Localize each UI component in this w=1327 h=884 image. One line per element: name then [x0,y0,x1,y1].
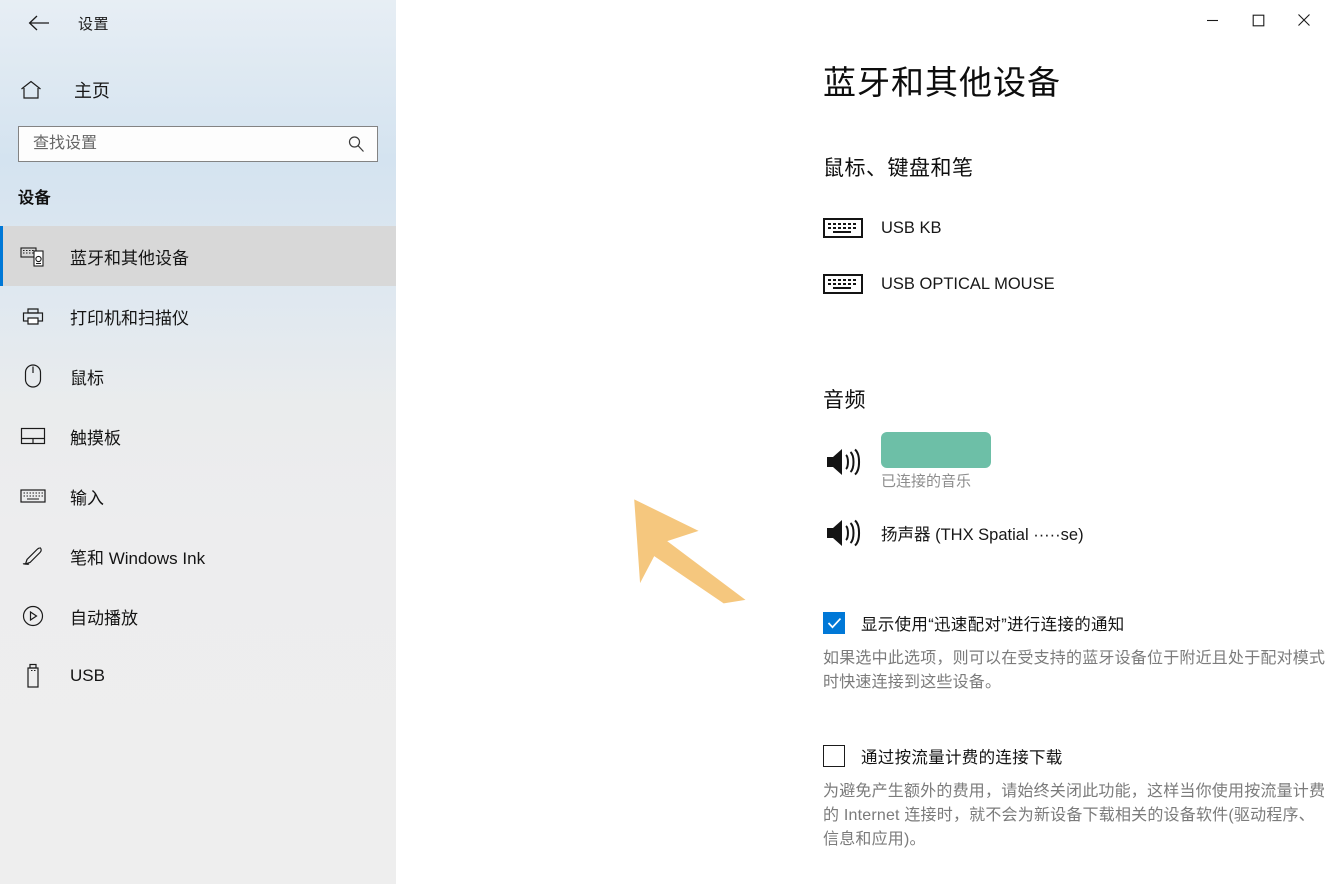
search-input[interactable] [33,127,347,161]
metered-download-checkbox[interactable] [823,745,845,767]
group-title: 鼠标、键盘和笔 [823,152,1327,182]
settings-window: 设置 主页 设备 [0,0,1327,884]
sidebar-item-label: USB [70,666,105,686]
autoplay-icon [18,601,48,631]
setting-metered-download: 通过按流量计费的连接下载 为避免产生额外的费用，请始终关闭此功能，这样当你使用按… [823,744,1327,851]
sidebar-item-printers-scanners[interactable]: 打印机和扫描仪 [0,286,396,346]
device-row[interactable]: 已连接的音乐 [823,432,1327,491]
checkbox-label: 显示使用“迅速配对”进行连接的通知 [861,611,1125,635]
device-name: USB KB [881,219,942,238]
back-arrow-icon[interactable] [18,8,60,38]
sidebar-nav-list: 蓝牙和其他设备 打印机和扫描仪 [0,226,396,706]
keyboard-icon [823,215,871,241]
sidebar: 设置 主页 设备 [0,0,396,884]
setting-swift-pair: 显示使用“迅速配对”进行连接的通知 如果选中此选项，则可以在受支持的蓝牙设备位于… [823,611,1327,694]
sidebar-item-home[interactable]: 主页 [0,66,396,114]
minimize-button[interactable] [1189,0,1235,40]
search-icon[interactable] [347,135,369,153]
printer-icon [18,301,48,331]
sidebar-item-bluetooth-devices[interactable]: 蓝牙和其他设备 [0,226,396,286]
page-title: 蓝牙和其他设备 [823,56,1327,104]
keyboard-icon [823,271,871,297]
usb-icon [18,661,48,691]
device-row[interactable]: USB KB [823,200,1327,256]
sidebar-titlebar: 设置 [0,0,396,46]
sidebar-item-label: 蓝牙和其他设备 [70,244,189,269]
sidebar-item-touchpad[interactable]: 触摸板 [0,406,396,466]
redacted-device-name [881,432,991,468]
sidebar-item-typing[interactable]: 输入 [0,466,396,526]
close-button[interactable] [1281,0,1327,40]
device-name: USB OPTICAL MOUSE [881,275,1055,294]
mouse-icon [18,361,48,391]
device-group-input: 鼠标、键盘和笔 USB KB [823,152,1327,312]
sidebar-item-autoplay[interactable]: 自动播放 [0,586,396,646]
sidebar-item-label: 打印机和扫描仪 [70,304,189,329]
keyboard-icon [18,481,48,511]
touchpad-icon [18,421,48,451]
sidebar-item-usb[interactable]: USB [0,646,396,706]
home-icon [20,80,52,100]
sidebar-item-pen-windows-ink[interactable]: 笔和 Windows Ink [0,526,396,586]
device-group-audio: 音频 已连接的音乐 [823,384,1327,561]
sidebar-item-label: 笔和 Windows Ink [70,544,205,569]
speaker-icon [823,444,871,480]
setting-description: 如果选中此选项，则可以在受支持的蓝牙设备位于附近且处于配对模式时快速连接到这些设… [823,647,1327,694]
device-row[interactable]: USB OPTICAL MOUSE [823,256,1327,312]
maximize-button[interactable] [1235,0,1281,40]
sidebar-item-label: 鼠标 [70,364,104,389]
sidebar-item-mouse[interactable]: 鼠标 [0,346,396,406]
device-info: 已连接的音乐 [881,432,991,491]
sidebar-section-title: 设备 [0,162,396,208]
app-title: 设置 [78,13,109,34]
sidebar-item-label: 触摸板 [70,424,121,449]
device-status: 已连接的音乐 [881,470,991,491]
sidebar-home-label: 主页 [74,77,110,103]
pen-icon [18,541,48,571]
sidebar-item-label: 自动播放 [70,604,138,629]
setting-description: 为避免产生额外的费用，请始终关闭此功能，这样当你使用按流量计费的 Interne… [823,780,1327,851]
checkbox-row[interactable]: 通过按流量计费的连接下载 [823,744,1327,768]
settings-page: 蓝牙和其他设备 鼠标、键盘和笔 USB KB [396,0,1327,851]
device-name: 扬声器 (THX Spatial ·····se) [881,521,1084,545]
main-content: 蓝牙和其他设备 鼠标、键盘和笔 USB KB [396,0,1327,884]
speaker-icon [823,515,871,551]
bluetooth-devices-icon [18,241,48,271]
checkbox-label: 通过按流量计费的连接下载 [861,744,1063,768]
search-box[interactable] [18,126,378,162]
swift-pair-checkbox[interactable] [823,612,845,634]
group-title: 音频 [823,384,1327,414]
checkbox-row[interactable]: 显示使用“迅速配对”进行连接的通知 [823,611,1327,635]
device-row[interactable]: 扬声器 (THX Spatial ·····se) [823,505,1327,561]
sidebar-item-label: 输入 [70,484,104,509]
window-controls [1189,0,1327,40]
